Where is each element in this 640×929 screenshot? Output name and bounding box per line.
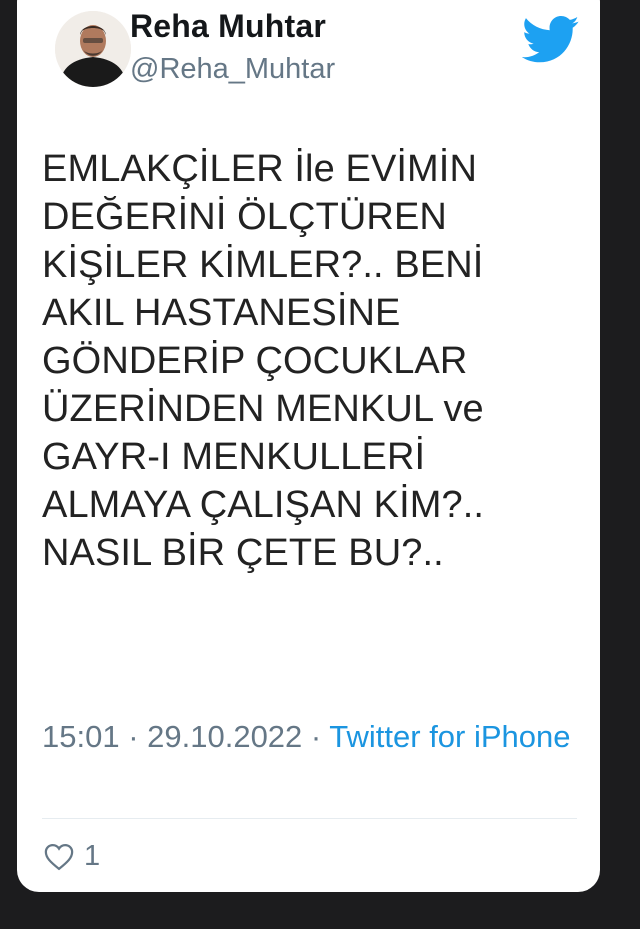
author-name[interactable]: Reha Muhtar [130,8,326,45]
avatar[interactable] [55,11,131,87]
heart-outline-icon [44,843,74,870]
tweet-time[interactable]: 15:01 [42,719,120,754]
twitter-bird-icon[interactable] [521,16,580,63]
author-handle[interactable]: @Reha_Muhtar [130,53,335,86]
tweet-meta: 15:01 · 29.10.2022 · Twitter for iPhone [42,713,582,760]
tweet-text: EMLAKÇİLER İle EVİMİN DEĞERİNİ ÖLÇTÜREN … [42,148,485,574]
tweet-date[interactable]: 29.10.2022 [147,719,302,754]
tweet-source-link[interactable]: Twitter for iPhone [329,719,570,754]
avatar-image [55,11,131,87]
meta-separator: · [119,719,148,754]
like-button[interactable]: 1 [44,840,100,873]
divider [42,818,577,819]
like-count: 1 [84,840,101,872]
tweet-card: Reha Muhtar @Reha_Muhtar EMLAKÇİLER İle … [17,0,600,892]
meta-separator: · [302,719,330,754]
